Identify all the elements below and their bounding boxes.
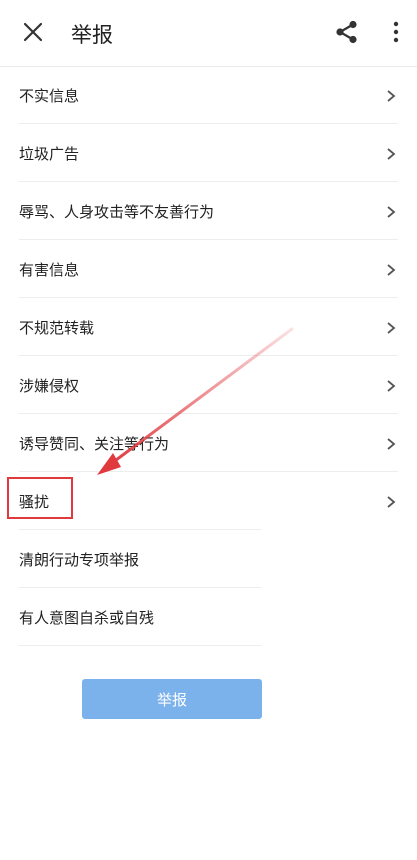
reason-label: 清朗行动专项举报: [19, 551, 140, 569]
reason-item-false-info[interactable]: 不实信息: [0, 66, 417, 124]
chevron-right-icon: [386, 146, 396, 160]
chevron-right-icon: [386, 320, 396, 334]
page-title: 举报: [71, 23, 113, 47]
reason-label: 涉嫌侵权: [19, 377, 80, 395]
reason-label: 不规范转载: [19, 319, 95, 337]
chevron-right-icon: [386, 88, 396, 102]
report-submit-button[interactable]: 举报: [82, 679, 262, 719]
reason-label: 有人意图自杀或自残: [19, 609, 155, 627]
reason-item-qinglang-campaign[interactable]: 清朗行动专项举报: [0, 530, 417, 588]
reason-item-induced-votes[interactable]: 诱导赞同、关注等行为: [0, 414, 417, 472]
highlight-box: [7, 477, 73, 519]
reason-item-harmful-info[interactable]: 有害信息: [0, 240, 417, 298]
reason-label: 有害信息: [19, 261, 80, 279]
chevron-right-icon: [386, 204, 396, 218]
divider: [19, 645, 261, 646]
reason-item-infringement[interactable]: 涉嫌侵权: [0, 356, 417, 414]
reason-item-self-harm[interactable]: 有人意图自杀或自残: [0, 588, 417, 646]
reason-label: 垃圾广告: [19, 145, 80, 163]
chevron-right-icon: [386, 494, 396, 508]
chevron-right-icon: [386, 436, 396, 450]
chevron-right-icon: [386, 378, 396, 392]
chevron-right-icon: [386, 262, 396, 276]
close-icon[interactable]: [21, 20, 45, 44]
more-vertical-icon[interactable]: [386, 19, 406, 45]
reason-item-spam-ads[interactable]: 垃圾广告: [0, 124, 417, 182]
reason-label: 不实信息: [19, 87, 80, 105]
reason-label: 辱骂、人身攻击等不友善行为: [19, 203, 215, 221]
report-reason-list: 不实信息 垃圾广告 辱骂、人身攻击等不友善行为 有害信息 不规范转载 涉嫌侵权 …: [0, 66, 417, 646]
top-bar: 举报: [0, 0, 417, 67]
reason-item-improper-repost[interactable]: 不规范转载: [0, 298, 417, 356]
share-icon[interactable]: [334, 19, 360, 45]
reason-label: 诱导赞同、关注等行为: [19, 435, 170, 453]
reason-item-abuse[interactable]: 辱骂、人身攻击等不友善行为: [0, 182, 417, 240]
